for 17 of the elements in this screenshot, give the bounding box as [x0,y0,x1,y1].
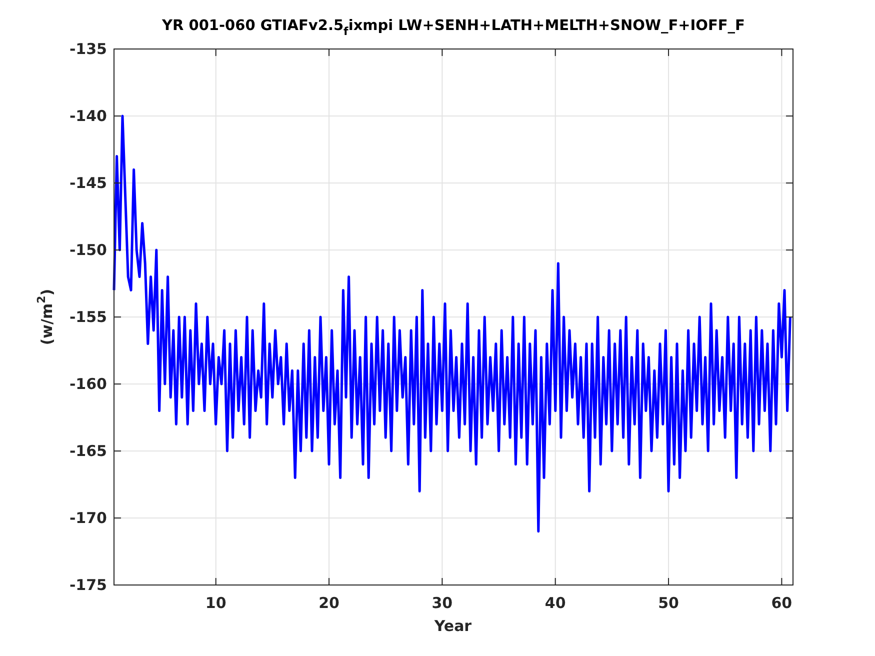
tick-label: -170 [69,509,107,527]
tick-label: -145 [69,174,107,192]
x-axis-title: Year [434,617,472,635]
tick-label: -160 [69,375,107,393]
tick-label: -155 [69,308,107,326]
tick-label: 20 [318,594,340,612]
tick-label: -150 [69,241,107,259]
tick-label: 60 [771,594,792,612]
tick-label: 50 [658,594,679,612]
chart-title: YR 001-060 GTIAFv2.5$_{f}$ixmpi LW+SENH+LATH+MELTH+SNOW_F+IOFF_F [162,18,745,34]
tick-label: 40 [544,594,566,612]
tick-label: -165 [69,442,107,460]
tick-label: 10 [205,594,226,612]
tick-label: -135 [69,40,107,58]
tick-label: -175 [69,576,107,594]
tick-label: 30 [432,594,453,612]
tick-label: -140 [69,107,107,125]
